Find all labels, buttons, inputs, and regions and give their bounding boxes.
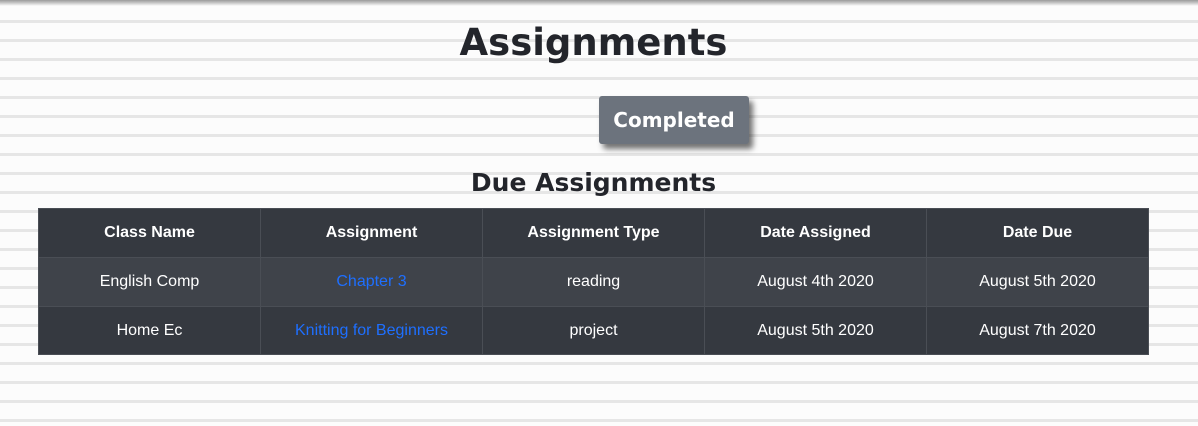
- page-title: Assignments: [459, 21, 728, 64]
- column-header-date-due: Date Due: [926, 208, 1149, 258]
- table-body: English Comp Chapter 3 reading August 4t…: [38, 257, 1149, 355]
- due-assignments-table: Class Name Assignment Assignment Type Da…: [38, 208, 1149, 355]
- date-due-cell: August 5th 2020: [926, 257, 1149, 307]
- column-header-date-assigned: Date Assigned: [704, 208, 927, 258]
- table-header-row: Class Name Assignment Assignment Type Da…: [38, 208, 1149, 258]
- column-header-assignment: Assignment: [260, 208, 483, 258]
- table-header: Class Name Assignment Assignment Type Da…: [38, 208, 1149, 258]
- assignment-link[interactable]: Knitting for Beginners: [295, 322, 448, 339]
- date-assigned-cell: August 5th 2020: [704, 306, 927, 355]
- date-due-cell: August 7th 2020: [926, 306, 1149, 355]
- assignment-type-cell: reading: [482, 257, 705, 307]
- table-row: Home Ec Knitting for Beginners project A…: [38, 306, 1149, 355]
- due-assignments-heading: Due Assignments: [470, 168, 717, 197]
- assignment-link[interactable]: Chapter 3: [336, 273, 406, 290]
- assignment-cell: Chapter 3: [260, 257, 483, 307]
- column-header-class-name: Class Name: [38, 208, 261, 258]
- column-header-assignment-type: Assignment Type: [482, 208, 705, 258]
- date-assigned-cell: August 4th 2020: [704, 257, 927, 307]
- class-name-cell: Home Ec: [38, 306, 261, 355]
- table-row: English Comp Chapter 3 reading August 4t…: [38, 257, 1149, 307]
- assignment-cell: Knitting for Beginners: [260, 306, 483, 355]
- completed-button[interactable]: Completed: [599, 96, 749, 144]
- top-shadow-bar: [0, 0, 1198, 6]
- assignment-type-cell: project: [482, 306, 705, 355]
- class-name-cell: English Comp: [38, 257, 261, 307]
